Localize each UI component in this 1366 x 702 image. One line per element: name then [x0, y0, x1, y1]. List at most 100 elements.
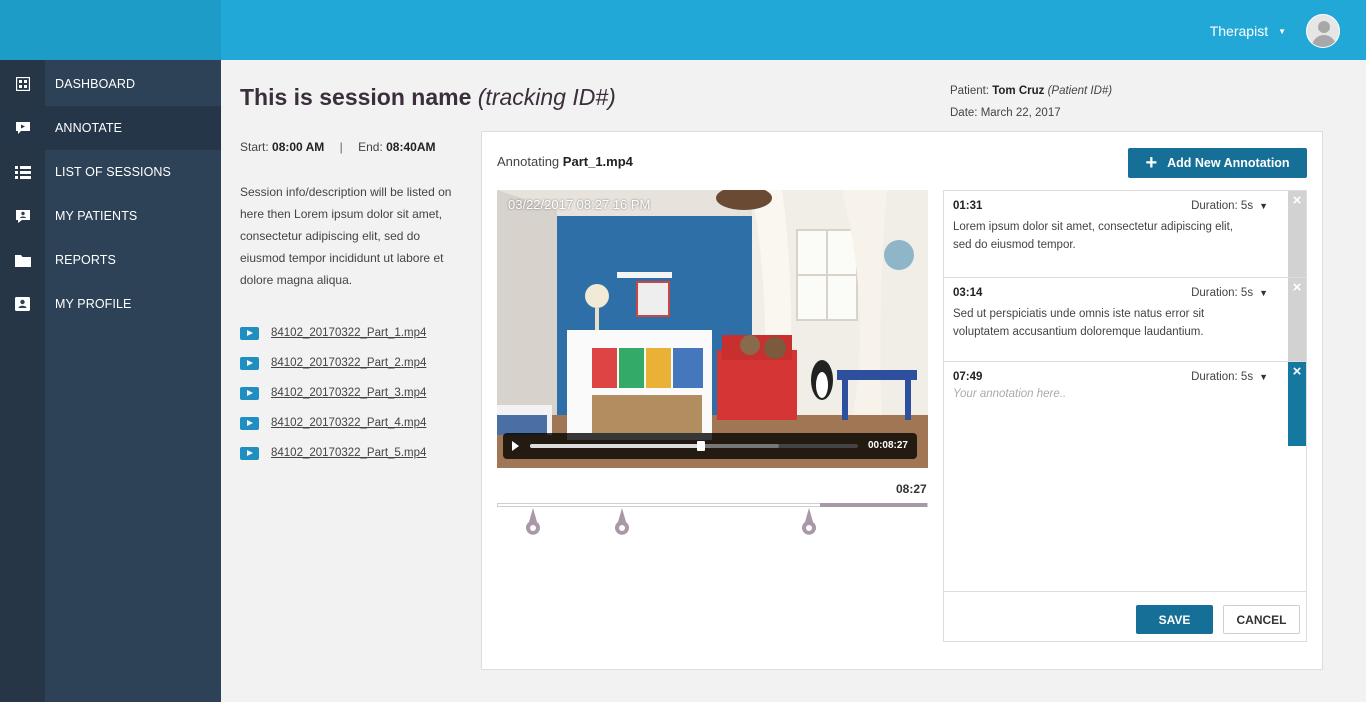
- timeline-marker[interactable]: [524, 508, 542, 538]
- file-list: 84102_20170322_Part_1.mp4 84102_20170322…: [240, 318, 426, 468]
- annotation-timeline[interactable]: [497, 503, 928, 507]
- sidebar-item-label: MY PATIENTS: [55, 209, 138, 223]
- user-name[interactable]: Therapist: [1210, 23, 1268, 39]
- video-player[interactable]: 03/22/2017 08:27:16 PM 00:08:27: [497, 190, 928, 468]
- start-value: 08:00 AM: [272, 140, 325, 154]
- close-icon[interactable]: ×: [1288, 191, 1306, 277]
- user-menu[interactable]: Therapist ▼: [1210, 14, 1340, 48]
- annotation-item[interactable]: 01:31 Duration: 5s ▼ Lorem ipsum dolor si…: [944, 191, 1306, 278]
- session-description: Session info/description will be listed …: [240, 185, 452, 287]
- video-timestamp: 03/22/2017 08:27:16 PM: [508, 197, 651, 212]
- file-item[interactable]: 84102_20170322_Part_3.mp4: [240, 378, 426, 408]
- folder-icon: [0, 254, 45, 267]
- file-item[interactable]: 84102_20170322_Part_4.mp4: [240, 408, 426, 438]
- sidebar-item-reports[interactable]: REPORTS: [0, 238, 221, 282]
- end-value: 08:40AM: [386, 140, 436, 154]
- file-link[interactable]: 84102_20170322_Part_1.mp4: [271, 327, 426, 339]
- avatar-shoulders: [1312, 35, 1336, 47]
- patient-id: (Patient ID#): [1047, 85, 1113, 97]
- video-time: 00:08:27: [867, 440, 908, 451]
- start-label: Start:: [240, 140, 269, 154]
- patient-row: Patient: Tom Cruz (Patient ID#): [950, 80, 1112, 102]
- annotation-time: 01:31: [953, 200, 983, 212]
- video-seek-bar[interactable]: [530, 441, 858, 451]
- file-link[interactable]: 84102_20170322_Part_5.mp4: [271, 447, 426, 459]
- sidebar-item-list-of-sessions[interactable]: LIST OF SESSIONS: [0, 150, 221, 194]
- duration-select[interactable]: Duration: 5s ▼: [1191, 287, 1268, 299]
- duration-value: Duration: 5s: [1191, 371, 1254, 383]
- top-bar: Therapist ▼: [0, 0, 1366, 60]
- timeline-marker[interactable]: [800, 508, 818, 538]
- file-link[interactable]: 84102_20170322_Part_3.mp4: [271, 387, 426, 399]
- annotation-list: 01:31 Duration: 5s ▼ Lorem ipsum dolor si…: [944, 191, 1306, 591]
- play-icon[interactable]: [240, 326, 259, 340]
- annotation-panel: 01:31 Duration: 5s ▼ Lorem ipsum dolor si…: [943, 190, 1307, 642]
- close-icon[interactable]: ×: [1288, 278, 1306, 361]
- play-icon[interactable]: [240, 386, 259, 400]
- annotation-item-editing[interactable]: 07:49 Duration: 5s ▼ ×: [944, 362, 1306, 591]
- play-icon[interactable]: [240, 416, 259, 430]
- dashboard-icon: [0, 77, 45, 91]
- date-row: Date: March 22, 2017: [950, 102, 1112, 124]
- cancel-button[interactable]: CANCEL: [1223, 605, 1300, 634]
- patient-name: Tom Cruz: [992, 85, 1045, 97]
- plus-icon: +: [1145, 152, 1158, 174]
- annotation-time: 03:14: [953, 287, 983, 299]
- save-button[interactable]: SAVE: [1136, 605, 1213, 634]
- timeline-time: 08:27: [896, 482, 927, 496]
- annotating-prefix: Annotating: [497, 154, 560, 169]
- annotation-text: Lorem ipsum dolor sit amet, consectetur …: [953, 221, 1233, 251]
- duration-select[interactable]: Duration: 5s ▼: [1191, 371, 1268, 383]
- add-annotation-label: Add New Annotation: [1167, 156, 1290, 170]
- annotating-heading: Annotating Part_1.mp4: [497, 154, 633, 169]
- video-frame: [497, 190, 928, 468]
- file-item[interactable]: 84102_20170322_Part_1.mp4: [240, 318, 426, 348]
- annotation-time: 07:49: [953, 371, 983, 383]
- file-item[interactable]: 84102_20170322_Part_2.mp4: [240, 348, 426, 378]
- play-icon[interactable]: [240, 446, 259, 460]
- annotate-icon: [0, 121, 45, 135]
- timeline-marker[interactable]: [613, 508, 631, 538]
- sidebar-item-label: LIST OF SESSIONS: [55, 165, 171, 179]
- end-label: End:: [358, 140, 383, 154]
- play-icon[interactable]: [240, 356, 259, 370]
- duration-select[interactable]: Duration: 5s ▼: [1191, 200, 1268, 212]
- annotation-item[interactable]: 03:14 Duration: 5s ▼ Sed ut perspiciatis …: [944, 278, 1306, 362]
- list-icon: [0, 165, 45, 179]
- chevron-down-icon[interactable]: ▼: [1259, 201, 1268, 211]
- session-name: This is session name: [240, 84, 472, 110]
- sidebar-item-dashboard[interactable]: DASHBOARD: [0, 62, 221, 106]
- sidebar-item-my-profile[interactable]: MY PROFILE: [0, 282, 221, 326]
- video-controls: 00:08:27: [503, 433, 917, 459]
- sidebar-item-my-patients[interactable]: MY PATIENTS: [0, 194, 221, 238]
- sidebar-item-annotate[interactable]: ANNOTATE: [0, 106, 221, 150]
- annotation-input[interactable]: [953, 388, 1253, 448]
- annotation-text: Sed ut perspiciatis unde omnis iste natu…: [953, 308, 1205, 338]
- annotate-card: Annotating Part_1.mp4 + Add New Annotati…: [481, 131, 1323, 670]
- patient-label: Patient:: [950, 85, 989, 97]
- chevron-down-icon[interactable]: ▼: [1259, 288, 1268, 298]
- play-icon[interactable]: [512, 441, 519, 451]
- video-seek-handle[interactable]: [696, 441, 705, 451]
- annotation-footer: SAVE CANCEL: [944, 591, 1306, 641]
- sidebar-item-label: ANNOTATE: [55, 121, 123, 135]
- add-annotation-button[interactable]: + Add New Annotation: [1128, 148, 1307, 178]
- chevron-down-icon[interactable]: ▼: [1259, 372, 1268, 382]
- avatar[interactable]: [1306, 14, 1340, 48]
- sidebar-item-label: REPORTS: [55, 253, 116, 267]
- patients-icon: [0, 209, 45, 224]
- file-item[interactable]: 84102_20170322_Part_5.mp4: [240, 438, 426, 468]
- date-label: Date:: [950, 107, 978, 119]
- sidebar-item-label: MY PROFILE: [55, 297, 132, 311]
- chevron-down-icon[interactable]: ▼: [1278, 27, 1286, 36]
- date-value: March 22, 2017: [980, 107, 1061, 119]
- file-link[interactable]: 84102_20170322_Part_2.mp4: [271, 357, 426, 369]
- patient-info: Patient: Tom Cruz (Patient ID#) Date: Ma…: [950, 80, 1112, 124]
- annotating-file: Part_1.mp4: [562, 154, 633, 169]
- timeline-fill: [819, 503, 927, 507]
- avatar-head: [1318, 21, 1330, 33]
- profile-icon: [0, 297, 45, 311]
- close-icon[interactable]: ×: [1288, 362, 1306, 446]
- file-link[interactable]: 84102_20170322_Part_4.mp4: [271, 417, 426, 429]
- video-progress: [530, 444, 701, 448]
